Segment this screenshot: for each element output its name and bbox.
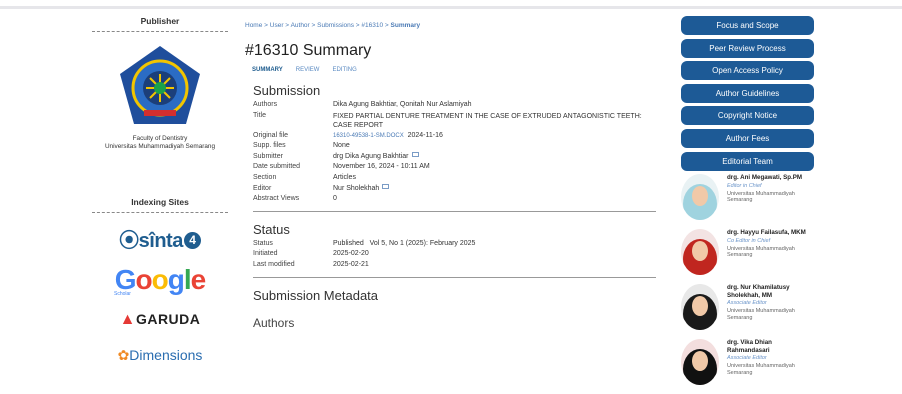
divider — [253, 276, 656, 278]
editor-card: drg. Ani Megawati, Sp.PM Editor in Chief U… — [681, 174, 815, 227]
divider — [253, 210, 656, 212]
breadcrumb: Home > User > Author > Submissions > #16… — [245, 22, 421, 29]
original-file-row: Original file 16310-49538-1-SM.DOCX 2024-… — [253, 131, 443, 139]
submission-section: Submission Authors Dika Agung Bakhtiar, Q… — [253, 83, 656, 330]
editor-photo — [681, 284, 719, 331]
editor-photo — [681, 174, 719, 221]
top-divider — [0, 6, 902, 9]
main-content: Home > User > Author > Submissions > #16… — [245, 22, 665, 330]
sinta-level: 4 — [183, 232, 201, 249]
date-submitted-row: Date submitted November 16, 2024 - 10:11 … — [253, 163, 430, 171]
page-title: #16310 Summary — [245, 42, 372, 59]
nav-focus-scope-button[interactable]: Focus and Scope — [681, 16, 814, 35]
breadcrumb-id[interactable]: #16310 — [361, 22, 383, 29]
status-row: Status Published Vol 5, No 1 (2025): Febr… — [253, 239, 476, 247]
metadata-heading: Submission Metadata — [253, 287, 379, 303]
nav-peer-review-button[interactable]: Peer Review Process — [681, 38, 814, 58]
nav-open-access-button[interactable]: Open Access Policy — [681, 61, 814, 81]
authors-row: Authors Dika Agung Bakhtiar, Qonitah Nur … — [253, 101, 472, 108]
nav-author-fees-button[interactable]: Author Fees — [681, 128, 814, 148]
publisher-heading: Publisher — [92, 16, 228, 32]
university-name: Universitas Muhammadiyah Semarang — [104, 143, 216, 150]
submitter-row: Submitter drg Dika Agung Bakhtiar — [253, 151, 656, 163]
original-file-link[interactable]: 16310-49538-1-SM.DOCX — [333, 133, 404, 139]
tab-summary[interactable]: SUMMARY — [252, 67, 283, 73]
nav-author-guidelines-button[interactable]: Author Guidelines — [681, 83, 814, 103]
breadcrumb-current: Summary — [390, 22, 421, 29]
sinta-text: sînta — [138, 230, 184, 252]
faculty-name: Faculty of Dentistry — [132, 135, 188, 142]
submission-tabs: SUMMARY REVIEW EDITING — [245, 67, 665, 73]
garuda-icon: ▲ — [119, 311, 136, 328]
university-logo — [116, 44, 204, 132]
title-row: Title FIXED PARTIAL DENTURE TREATMENT IN … — [253, 111, 642, 129]
submission-heading: Submission — [253, 83, 321, 98]
breadcrumb-home[interactable]: Home — [245, 22, 262, 29]
right-sidebar: Focus and Scope Peer Review Process Open… — [681, 16, 815, 392]
metadata-authors-heading: Authors — [253, 315, 295, 330]
abstract-views-row: Abstract Views 0 — [253, 195, 337, 203]
section-row: Section Articles — [253, 173, 356, 181]
last-modified-row: Last modified 2025-02-21 — [253, 260, 369, 268]
dimensions-icon: ✿ — [117, 347, 130, 363]
left-sidebar: Publisher Faculty of Dentistry Universit… — [92, 16, 228, 364]
initiated-row: Initiated 2025-02-20 — [253, 250, 369, 258]
breadcrumb-user[interactable]: User — [270, 22, 284, 29]
breadcrumb-submissions[interactable]: Submissions — [317, 22, 354, 29]
tab-review[interactable]: REVIEW — [296, 67, 320, 73]
editor-photo — [681, 229, 719, 276]
google-scholar-logo-link[interactable]: Google — [92, 266, 228, 294]
tab-editing[interactable]: EDITING — [332, 67, 356, 73]
editor-photo — [681, 339, 719, 386]
garuda-logo-link[interactable]: ▲GARUDA — [92, 311, 228, 329]
dimensions-logo-link[interactable]: ✿Dimensions — [92, 347, 228, 364]
supp-files-row: Supp. files None — [253, 142, 350, 150]
nav-editorial-team-button[interactable]: Editorial Team — [681, 151, 814, 171]
nav-copyright-button[interactable]: Copyright Notice — [681, 106, 814, 126]
email-icon[interactable] — [411, 151, 419, 157]
editor-card: drg. Hayyu Failasufa, MKM Co Editor in Ch… — [681, 229, 815, 282]
sinta-logo-link[interactable]: ⦿sînta 4 — [92, 224, 228, 253]
email-icon[interactable] — [382, 183, 390, 189]
status-heading: Status — [253, 221, 290, 237]
indexing-heading: Indexing Sites — [92, 197, 228, 213]
breadcrumb-author[interactable]: Author — [291, 22, 310, 29]
editor-card: drg. Nur Khamilatusy Sholekhah, MM Associ… — [681, 284, 815, 337]
editor-card: drg. Vika Dhian Rahmandasari Associate Ed… — [681, 339, 815, 392]
editor-row: Editor Nur Sholekhah — [253, 183, 656, 195]
